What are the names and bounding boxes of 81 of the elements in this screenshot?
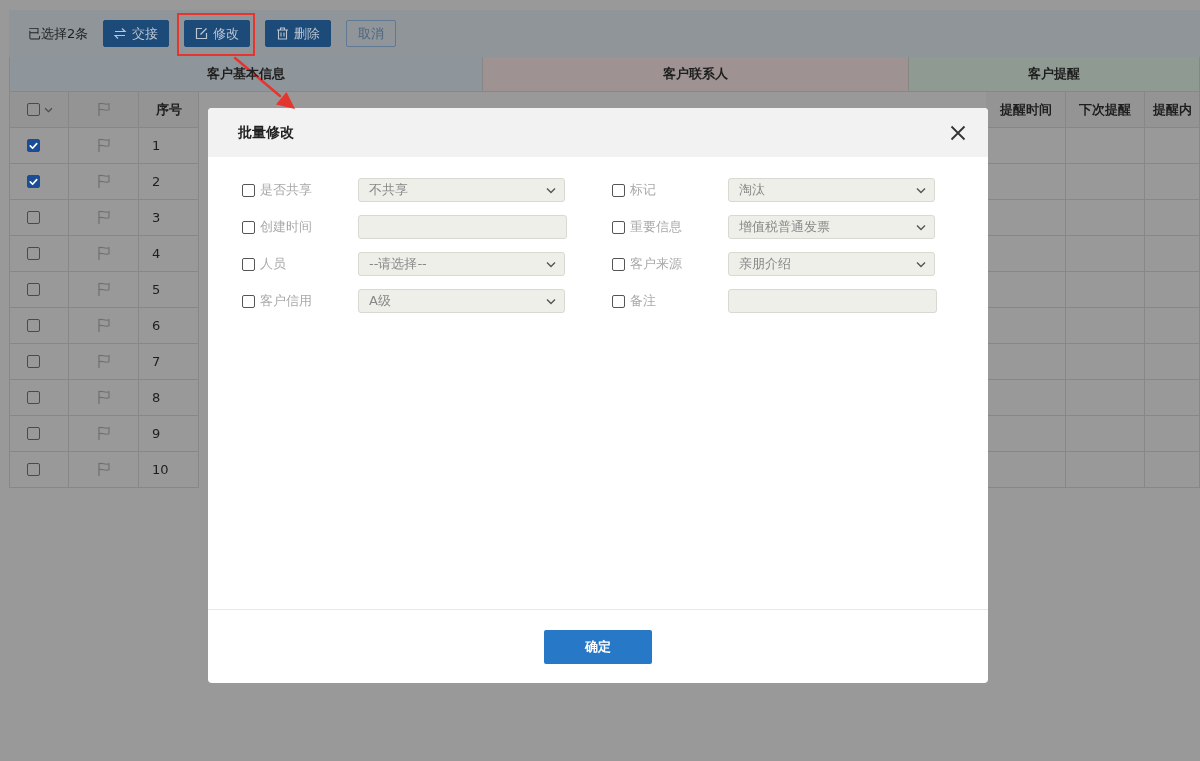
field-label: 标记 bbox=[630, 181, 657, 199]
flag-icon[interactable] bbox=[96, 174, 111, 189]
column-group-header: 客户联系人 bbox=[483, 57, 909, 92]
caret-down-icon[interactable] bbox=[44, 106, 53, 113]
row-number: 7 bbox=[152, 354, 161, 369]
close-icon bbox=[950, 124, 966, 141]
select-all-checkbox[interactable] bbox=[27, 103, 40, 116]
field-checkbox[interactable] bbox=[242, 294, 255, 308]
field-checkbox[interactable] bbox=[242, 183, 255, 197]
column-header: 下次提醒 bbox=[1079, 100, 1131, 119]
field-checkbox[interactable] bbox=[612, 183, 625, 197]
row-checkbox[interactable] bbox=[27, 463, 40, 476]
field-checkbox[interactable] bbox=[612, 257, 625, 271]
row-checkbox[interactable] bbox=[27, 427, 40, 440]
field-checkbox[interactable] bbox=[612, 294, 625, 308]
row-number: 3 bbox=[152, 210, 161, 225]
select-field[interactable]: 不共享 bbox=[358, 178, 565, 202]
field-label: 创建时间 bbox=[260, 218, 313, 236]
select-field[interactable]: 亲朋介绍 bbox=[728, 252, 935, 276]
chevron-down-icon bbox=[546, 186, 556, 194]
trash-icon bbox=[276, 27, 290, 40]
chevron-down-icon bbox=[916, 260, 926, 268]
row-number: 2 bbox=[152, 174, 161, 189]
column-header: 提醒内 bbox=[1152, 100, 1192, 119]
field-checkbox[interactable] bbox=[242, 257, 255, 271]
delete-button[interactable]: 删除 bbox=[265, 20, 332, 47]
dialog-title: 批量修改 bbox=[238, 123, 294, 142]
field-label: 客户信用 bbox=[260, 292, 313, 310]
chevron-down-icon bbox=[916, 223, 926, 231]
edit-button[interactable]: 修改 bbox=[184, 20, 251, 47]
flag-icon[interactable] bbox=[96, 426, 111, 441]
row-number: 8 bbox=[152, 390, 161, 405]
field-label: 重要信息 bbox=[630, 218, 683, 236]
flag-icon[interactable] bbox=[96, 354, 111, 369]
pencil-square-icon bbox=[195, 27, 209, 40]
close-button[interactable] bbox=[950, 124, 966, 141]
confirm-button[interactable]: 确定 bbox=[544, 629, 652, 664]
chevron-down-icon bbox=[916, 186, 926, 194]
column-group-header: 客户提醒 bbox=[909, 57, 1200, 92]
row-checkbox[interactable] bbox=[27, 211, 40, 224]
row-checkbox[interactable] bbox=[27, 247, 40, 260]
row-number: 10 bbox=[152, 462, 169, 477]
field-label: 客户来源 bbox=[630, 255, 683, 273]
field-label: 备注 bbox=[630, 292, 657, 310]
input-field[interactable] bbox=[358, 215, 567, 239]
flag-icon[interactable] bbox=[96, 390, 111, 405]
row-checkbox[interactable] bbox=[27, 175, 40, 188]
row-checkbox[interactable] bbox=[27, 139, 40, 152]
input-field[interactable] bbox=[728, 289, 937, 313]
row-number: 4 bbox=[152, 246, 161, 261]
cancel-button[interactable]: 取消 bbox=[346, 20, 397, 47]
row-number: 1 bbox=[152, 138, 161, 153]
flag-icon[interactable] bbox=[96, 210, 111, 225]
chevron-down-icon bbox=[546, 260, 556, 268]
flag-icon bbox=[96, 102, 111, 117]
select-field[interactable]: 增值税普通发票 bbox=[728, 215, 935, 239]
flag-icon[interactable] bbox=[96, 138, 111, 153]
row-number: 9 bbox=[152, 426, 161, 441]
row-checkbox[interactable] bbox=[27, 355, 40, 368]
row-number: 6 bbox=[152, 318, 161, 333]
transfer-button[interactable]: 交接 bbox=[103, 20, 170, 47]
field-label: 人员 bbox=[260, 255, 287, 273]
column-header: 提醒时间 bbox=[999, 100, 1052, 119]
select-field[interactable]: --请选择-- bbox=[358, 252, 565, 276]
select-field[interactable]: 淘汰 bbox=[728, 178, 935, 202]
row-checkbox[interactable] bbox=[27, 319, 40, 332]
flag-icon[interactable] bbox=[96, 282, 111, 297]
field-checkbox[interactable] bbox=[242, 220, 255, 234]
select-field[interactable]: A级 bbox=[358, 289, 565, 313]
flag-icon[interactable] bbox=[96, 462, 111, 477]
swap-arrows-icon bbox=[114, 27, 128, 40]
selection-count: 已选择2条 bbox=[28, 24, 89, 43]
field-checkbox[interactable] bbox=[612, 220, 625, 234]
row-checkbox[interactable] bbox=[27, 391, 40, 404]
chevron-down-icon bbox=[546, 297, 556, 305]
flag-icon[interactable] bbox=[96, 246, 111, 261]
field-label: 是否共享 bbox=[260, 181, 313, 199]
flag-icon[interactable] bbox=[96, 318, 111, 333]
column-header: 序号 bbox=[155, 100, 182, 119]
row-number: 5 bbox=[152, 282, 161, 297]
row-checkbox[interactable] bbox=[27, 283, 40, 296]
